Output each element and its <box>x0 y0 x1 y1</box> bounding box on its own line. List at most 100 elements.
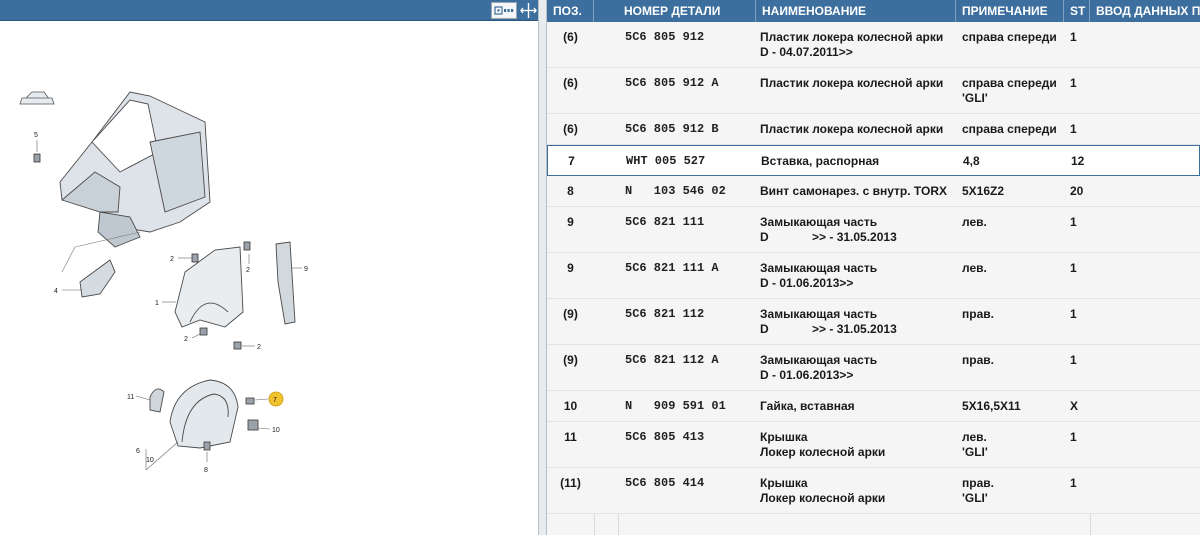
cell-note: 4,8 <box>963 154 1063 169</box>
cell-name-line: Замыкающая часть <box>760 215 878 229</box>
table-row[interactable]: (6) 5C6 805 912 A Пластик локера колесной … <box>547 68 1200 114</box>
cell-name: Вставка, распорная <box>761 154 961 169</box>
callout-11: 11 <box>127 394 134 401</box>
cell-pos: (6) <box>563 122 578 136</box>
cell-name-line: Крышка <box>760 476 808 490</box>
col-header-data-entry[interactable]: ВВОД ДАННЫХ П <box>1090 0 1200 22</box>
cell-part-number[interactable]: 5C6 805 414 <box>625 476 704 491</box>
cell-name: Замыкающая часть D >> - 31.05.2013 <box>760 215 960 245</box>
cell-name-line: Пластик локера колесной арки <box>760 122 944 136</box>
cell-st: 1 <box>1070 122 1077 136</box>
cell-name-line: Замыкающая часть <box>760 353 878 367</box>
cell-name: Замыкающая часть D - 01.06.2013>> <box>760 353 960 383</box>
cell-name-line: Замыкающая часть <box>760 307 878 321</box>
cell-name-line: D >> - 31.05.2013 <box>760 230 897 244</box>
cell-note: лев. 'GLI' <box>962 430 1062 460</box>
cell-part-number[interactable]: 5C6 821 112 A <box>625 353 719 368</box>
table-row[interactable]: (9) 5C6 821 112 Замыкающая часть D >> - 31.… <box>547 299 1200 345</box>
cell-name: Гайка, вставная <box>760 399 960 414</box>
cell-name-line: Пластик локера колесной арки <box>760 30 944 44</box>
cell-note-line: 'GLI' <box>962 91 988 105</box>
cell-name-line: Локер колесной арки <box>760 491 886 505</box>
cell-note: лев. <box>962 261 1062 276</box>
cell-name: Крышка Локер колесной арки <box>760 476 960 506</box>
part-9-seal-strip-drawing <box>275 241 296 325</box>
diagram-pane: 5 2 2 9 4 1 2 2 11 7 10 6 10 8 <box>0 0 538 535</box>
cell-name-line: Винт самонарез. с внутр. TORX <box>760 184 948 198</box>
cell-st: 1 <box>1070 476 1077 490</box>
cell-name: Пластик локера колесной арки D - 04.07.20… <box>760 30 960 60</box>
table-row[interactable]: 10 N 909 591 01 Гайка, вставная 5X16,5X11 X <box>547 391 1200 422</box>
cell-note: справа спереди 'GLI' <box>962 76 1062 106</box>
cell-name-line: Гайка, вставная <box>760 399 855 413</box>
table-row[interactable]: (6) 5C6 805 912 B Пластик локера колесной … <box>547 114 1200 145</box>
cell-name-line: D - 01.06.2013>> <box>760 368 854 382</box>
col-header-pos[interactable]: ПОЗ. <box>547 0 594 22</box>
cell-name: Пластик локера колесной арки <box>760 122 960 137</box>
cell-note-line: 5X16Z2 <box>962 184 1005 198</box>
cell-part-number[interactable]: 5C6 821 111 A <box>625 261 719 276</box>
cell-pos: 9 <box>567 215 574 229</box>
cell-note: лев. <box>962 215 1062 230</box>
callout-7: 7 <box>273 397 277 404</box>
table-row[interactable]: 9 5C6 821 111 A Замыкающая часть D - 01.06.… <box>547 253 1200 299</box>
cell-note-line: 5X16,5X11 <box>962 399 1021 413</box>
cell-part-number[interactable]: WHT 005 527 <box>626 154 705 169</box>
cell-st: 1 <box>1070 30 1077 44</box>
cell-part-number[interactable]: 5C6 805 912 A <box>625 76 719 91</box>
cell-pos: 9 <box>567 261 574 275</box>
cell-st: X <box>1070 399 1079 413</box>
cell-pos: (6) <box>563 30 578 44</box>
table-row[interactable]: 11 5C6 805 413 Крышка Локер колесной арки ле… <box>547 422 1200 468</box>
cell-note-line: 'GLI' <box>962 491 988 505</box>
pane-splitter[interactable] <box>538 0 547 535</box>
cell-note: прав. <box>962 307 1062 322</box>
cell-note-line: прав. <box>962 307 994 321</box>
cell-name: Замыкающая часть D - 01.06.2013>> <box>760 261 960 291</box>
cell-st: 1 <box>1070 430 1077 444</box>
cell-name-line: D >> - 31.05.2013 <box>760 322 897 336</box>
zoom-fit-icon[interactable] <box>491 2 517 19</box>
car-thumbnail-icon <box>19 91 55 105</box>
cell-pos: (9) <box>563 353 578 367</box>
table-row[interactable]: (11) 5C6 805 414 Крышка Локер колесной арки… <box>547 468 1200 514</box>
cell-part-number[interactable]: N 909 591 01 <box>625 399 726 414</box>
cell-st: 1 <box>1070 261 1077 275</box>
callout-8: 8 <box>204 467 208 474</box>
cell-name-line: Вставка, распорная <box>761 154 880 168</box>
cell-st: 1 <box>1070 353 1077 367</box>
cell-note-line: лев. <box>962 261 987 275</box>
cell-name-line: D - 01.06.2013>> <box>760 276 854 290</box>
cell-note-line: 4,8 <box>963 154 980 168</box>
table-row[interactable]: (6) 5C6 805 912 Пластик локера колесной ар… <box>547 22 1200 68</box>
cell-pos: (11) <box>560 476 581 490</box>
col-header-name[interactable]: НАИМЕНОВАНИЕ <box>756 0 956 22</box>
callout-9: 9 <box>304 266 308 273</box>
col-header-note[interactable]: ПРИМЕЧАНИЕ <box>956 0 1064 22</box>
cell-note: справа спереди <box>962 30 1062 45</box>
col-header-st[interactable]: ST <box>1064 0 1090 22</box>
parts-exploded-diagram: 5 2 2 9 4 1 2 2 11 7 10 6 10 8 <box>19 91 308 474</box>
col-header-part-number[interactable]: НОМЕР ДЕТАЛИ <box>618 0 756 22</box>
cell-part-number[interactable]: 5C6 805 912 <box>625 30 704 45</box>
table-row[interactable]: 8 N 103 546 02 Винт самонарез. с внутр. TO… <box>547 176 1200 207</box>
front-body-structure-drawing <box>59 91 211 248</box>
cell-note-line: лев. <box>962 215 987 229</box>
callout-10: 10 <box>272 427 280 434</box>
cell-part-number[interactable]: 5C6 805 413 <box>625 430 704 445</box>
cell-part-number[interactable]: N 103 546 02 <box>625 184 726 199</box>
cell-note-line: 'GLI' <box>962 445 988 459</box>
table-row[interactable]: (9) 5C6 821 112 A Замыкающая часть D - 01.0… <box>547 345 1200 391</box>
cell-part-number[interactable]: 5C6 805 912 B <box>625 122 719 137</box>
split-arrows-icon[interactable] <box>520 2 537 19</box>
table-row[interactable]: 9 5C6 821 111 Замыкающая часть D >> - 31.05… <box>547 207 1200 253</box>
cell-part-number[interactable]: 5C6 821 112 <box>625 307 704 322</box>
cell-name-line: Крышка <box>760 430 808 444</box>
callout-2: 2 <box>246 267 250 274</box>
cell-part-number[interactable]: 5C6 821 111 <box>625 215 704 230</box>
table-row[interactable]: 7 WHT 005 527 Вставка, распорная 4,8 12 <box>547 145 1200 176</box>
callout-2: 2 <box>170 256 174 263</box>
cell-pos: 7 <box>568 154 575 168</box>
callout-10: 10 <box>146 457 154 464</box>
cell-note-line: справа спереди <box>962 30 1057 44</box>
